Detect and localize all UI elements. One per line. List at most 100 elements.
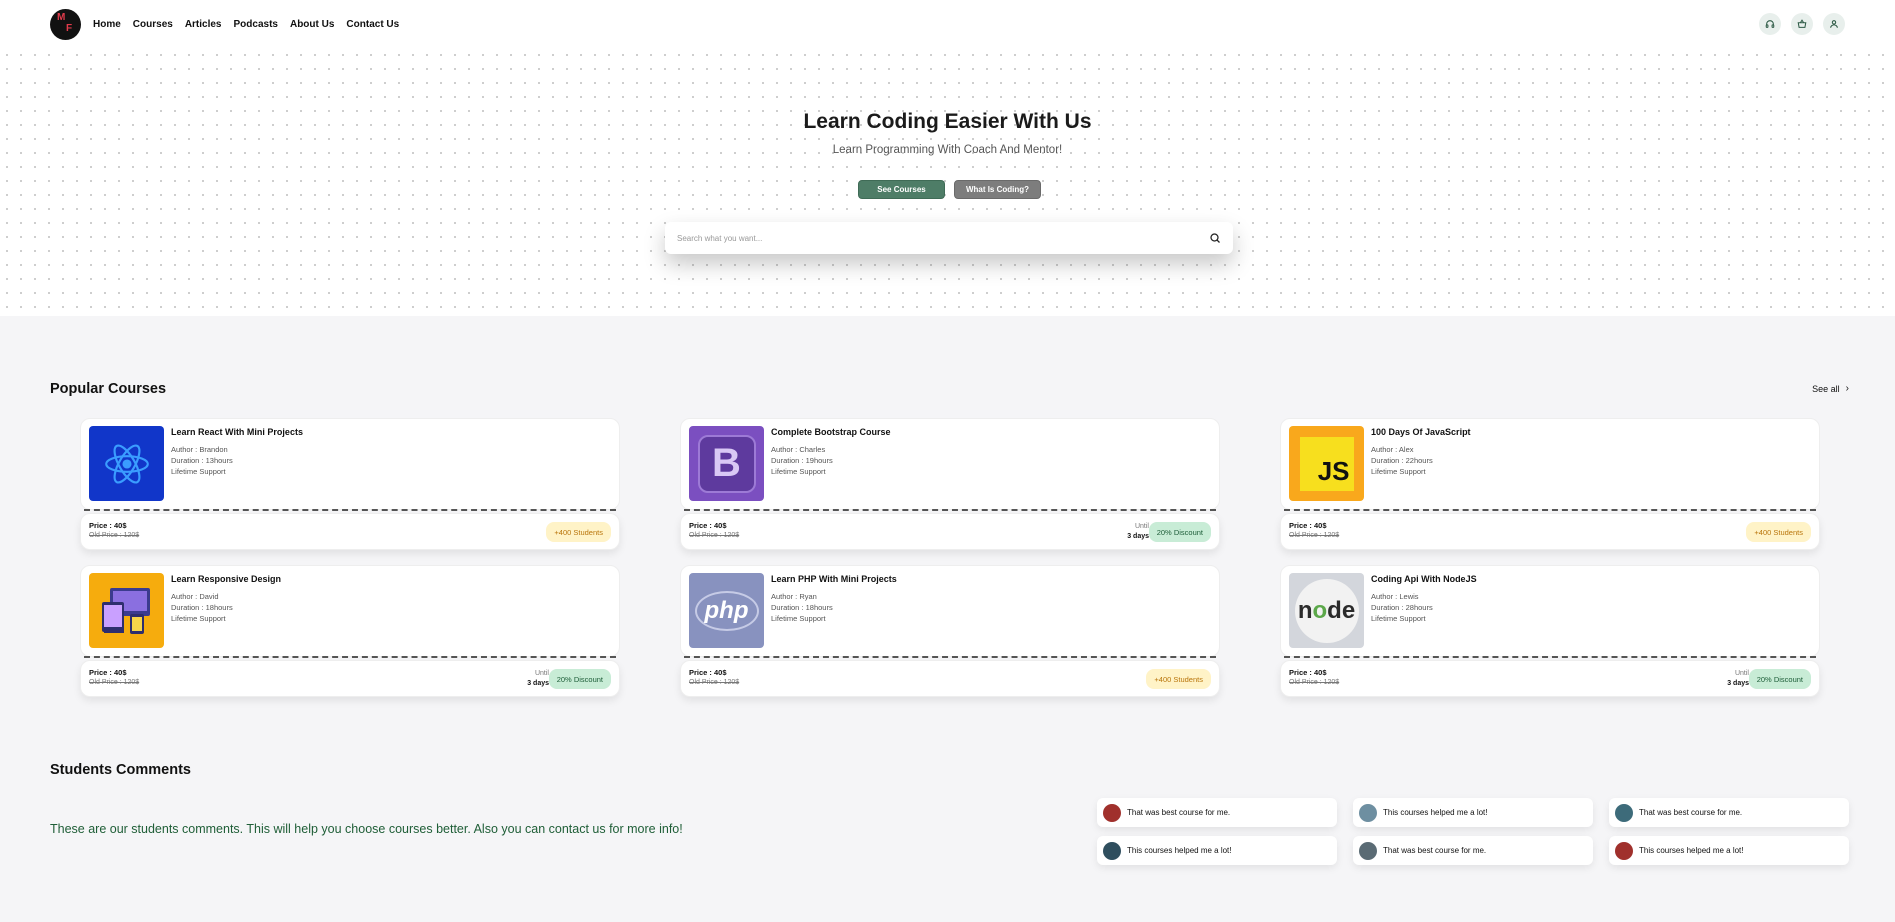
course-duration: Duration : 18hours — [171, 603, 233, 612]
hero-section: Learn Coding Easier With Us Learn Progra… — [0, 48, 1895, 316]
main-nav: Home Courses Articles Podcasts About Us … — [93, 19, 411, 30]
course-old-price: Old Price : 120$ — [89, 679, 140, 686]
course-author: Author : Alex — [1371, 445, 1414, 454]
until-value: 3 days — [1727, 680, 1749, 687]
comment-text: This courses helped me a lot! — [1127, 846, 1232, 855]
course-card[interactable]: Learn React With Mini Projects Author : … — [80, 418, 620, 558]
students-badge: +400 Students — [1146, 669, 1211, 689]
course-support: Lifetime Support — [771, 614, 826, 623]
nav-home[interactable]: Home — [93, 19, 121, 30]
course-card-footer: Price : 40$ Old Price : 120$ +400 Studen… — [80, 513, 620, 550]
course-card-body: n o de Coding Api With NodeJS Author : Lew… — [1280, 565, 1820, 657]
search-bar — [665, 222, 1233, 254]
course-old-price: Old Price : 120$ — [1289, 532, 1340, 539]
avatar — [1615, 803, 1633, 822]
nav-courses[interactable]: Courses — [133, 19, 173, 30]
see-all-label: See all — [1812, 383, 1840, 394]
nav-contact-us[interactable]: Contact Us — [346, 19, 399, 30]
course-support: Lifetime Support — [1371, 467, 1426, 476]
discount-until: Until 3 days — [1127, 522, 1149, 542]
course-author: Author : David — [171, 592, 219, 601]
nodejs-icon: n o de — [1289, 573, 1364, 648]
course-price: Price : 40$ — [689, 668, 727, 677]
see-courses-button[interactable]: See Courses — [858, 180, 945, 199]
course-author: Author : Brandon — [171, 445, 228, 454]
course-card[interactable]: php Learn PHP With Mini Projects Author … — [680, 565, 1220, 705]
cart-button[interactable] — [1791, 13, 1813, 35]
course-card-body: B Complete Bootstrap Course Author : Cha… — [680, 418, 1220, 510]
user-icon — [1830, 20, 1838, 28]
avatar — [1359, 803, 1377, 822]
course-price: Price : 40$ — [89, 521, 127, 530]
course-title: Coding Api With NodeJS — [1371, 574, 1477, 584]
course-card[interactable]: JS 100 Days Of JavaScript Author : Alex … — [1280, 418, 1820, 558]
course-price: Price : 40$ — [1289, 521, 1327, 530]
see-all-link[interactable]: See all › — [1812, 383, 1849, 394]
course-card[interactable]: n o de Coding Api With NodeJS Author : Lew… — [1280, 565, 1820, 705]
discount-badge: 20% Discount — [1148, 522, 1211, 542]
comment-card: This courses helped me a lot! — [1097, 836, 1337, 865]
profile-button[interactable] — [1823, 13, 1845, 35]
support-button[interactable] — [1759, 13, 1781, 35]
course-old-price: Old Price : 120$ — [689, 679, 740, 686]
students-badge: +400 Students — [546, 522, 611, 542]
search-icon[interactable] — [1209, 232, 1221, 244]
comments-description: These are our students comments. This wi… — [50, 822, 683, 836]
logo-letter-f: F — [66, 22, 73, 34]
course-title: Learn React With Mini Projects — [171, 427, 303, 437]
hero-title: Learn Coding Easier With Us — [803, 110, 1092, 133]
site-header: M F Home Courses Articles Podcasts About… — [0, 0, 1895, 48]
search-input[interactable] — [677, 233, 1209, 243]
responsive-icon — [89, 573, 164, 648]
course-support: Lifetime Support — [1371, 614, 1426, 623]
comment-card: That was best course for me. — [1609, 798, 1849, 827]
course-duration: Duration : 22hours — [1371, 456, 1433, 465]
course-old-price: Old Price : 120$ — [89, 532, 140, 539]
comment-text: That was best course for me. — [1639, 808, 1743, 817]
course-card-footer: Price : 40$ Old Price : 120$ Until 3 day… — [1280, 660, 1820, 697]
php-icon: php — [689, 573, 764, 648]
course-card-body: php Learn PHP With Mini Projects Author … — [680, 565, 1220, 657]
logo[interactable]: M F — [50, 8, 81, 40]
hero-subtitle: Learn Programming With Coach And Mentor! — [832, 144, 1063, 156]
nav-podcasts[interactable]: Podcasts — [234, 19, 278, 30]
until-value: 3 days — [1127, 533, 1149, 540]
course-card-footer: Price : 40$ Old Price : 120$ +400 Studen… — [1280, 513, 1820, 550]
header-actions — [1749, 13, 1845, 35]
basket-icon — [1797, 19, 1807, 28]
students-comments-title: Students Comments — [50, 762, 191, 778]
comment-card: That was best course for me. — [1097, 798, 1337, 827]
course-title: Learn PHP With Mini Projects — [771, 574, 897, 584]
course-support: Lifetime Support — [171, 467, 226, 476]
comment-card: This courses helped me a lot! — [1609, 836, 1849, 865]
chevron-right-icon: › — [1845, 383, 1849, 394]
course-title: Learn Responsive Design — [171, 574, 282, 584]
comment-card: That was best course for me. — [1353, 836, 1593, 865]
comment-text: This courses helped me a lot! — [1383, 808, 1488, 817]
discount-until: Until 3 days — [527, 669, 549, 689]
course-price: Price : 40$ — [89, 668, 127, 677]
course-author: Author : Charles — [771, 445, 826, 454]
react-icon — [89, 426, 164, 501]
avatar — [1103, 803, 1121, 822]
course-card[interactable]: Learn Responsive Design Author : David D… — [80, 565, 620, 705]
headphones-icon — [1765, 20, 1775, 28]
course-title: 100 Days Of JavaScript — [1371, 427, 1471, 437]
comment-text: This courses helped me a lot! — [1639, 846, 1744, 855]
course-duration: Duration : 19hours — [771, 456, 833, 465]
what-is-coding-button[interactable]: What Is Coding? — [954, 180, 1041, 199]
comment-card: This courses helped me a lot! — [1353, 798, 1593, 827]
javascript-icon: JS — [1289, 426, 1364, 501]
nav-articles[interactable]: Articles — [185, 19, 222, 30]
course-support: Lifetime Support — [171, 614, 226, 623]
course-old-price: Old Price : 120$ — [1289, 679, 1340, 686]
nav-about-us[interactable]: About Us — [290, 19, 334, 30]
avatar — [1615, 841, 1633, 860]
course-card[interactable]: B Complete Bootstrap Course Author : Cha… — [680, 418, 1220, 558]
popular-courses-title: Popular Courses — [50, 381, 167, 397]
discount-badge: 20% Discount — [1748, 669, 1811, 689]
course-card-body: Learn Responsive Design Author : David D… — [80, 565, 620, 657]
course-card-body: JS 100 Days Of JavaScript Author : Alex … — [1280, 418, 1820, 510]
avatar — [1359, 841, 1377, 860]
bootstrap-icon: B — [689, 426, 764, 501]
